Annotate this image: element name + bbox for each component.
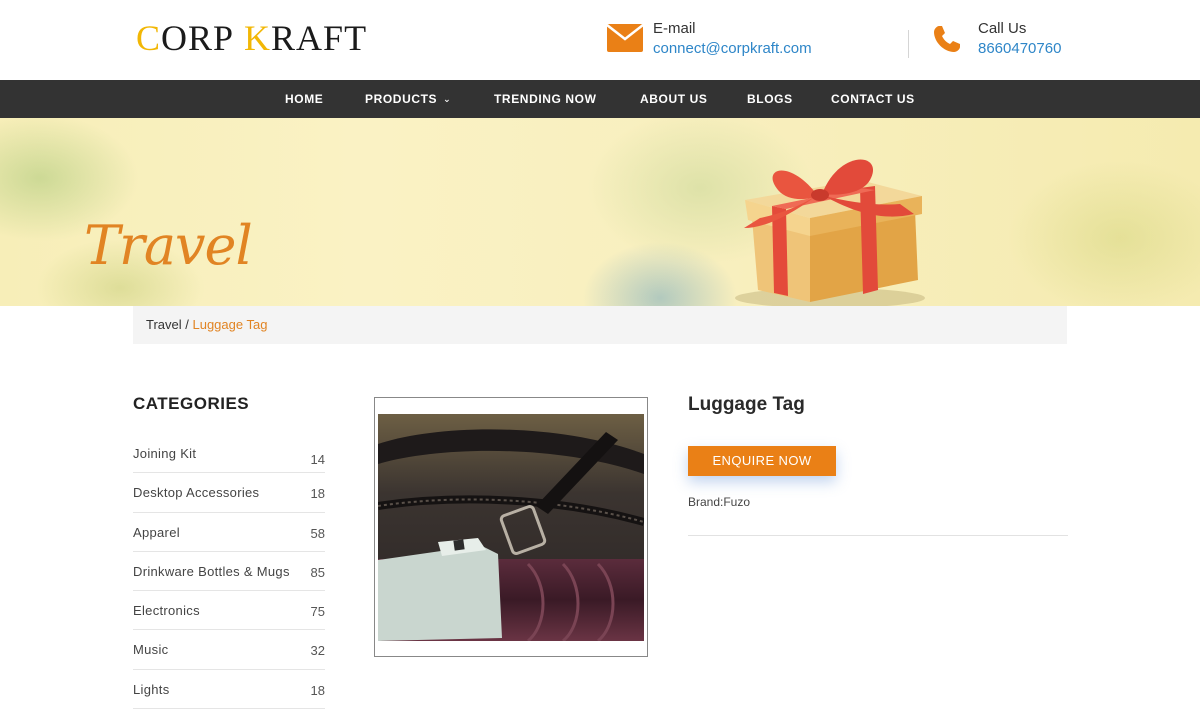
category-item-electronics[interactable]: Electronics 75 [133, 591, 325, 631]
nav-item-contact-us[interactable]: CONTACT US [831, 80, 915, 118]
gift-box-image [735, 159, 925, 306]
page-title: Travel [84, 214, 253, 277]
nav-item-products[interactable]: PRODUCTS ⌄ [365, 80, 451, 118]
product-image-frame [374, 397, 648, 657]
phone-icon [932, 24, 962, 59]
email-link[interactable]: connect@corpkraft.com [653, 40, 812, 58]
category-name: Music [133, 642, 169, 658]
phone-label: Call Us [978, 20, 1027, 37]
category-count: 18 [310, 682, 325, 698]
chevron-down-icon: ⌄ [443, 94, 452, 104]
email-contact: E-mail connect@corpkraft.com [606, 20, 847, 60]
phone-contact: Call Us 8660470760 [932, 20, 1082, 60]
email-label: E-mail [653, 20, 696, 37]
product-divider [688, 535, 1068, 536]
categories-heading: CATEGORIES [133, 394, 250, 413]
logo-part-raft: RAFT [271, 18, 368, 58]
header-divider [908, 30, 909, 58]
envelope-icon [606, 24, 644, 57]
category-list: Joining Kit 14 Desktop Accessories 18 Ap… [133, 434, 325, 710]
category-name: Apparel [133, 524, 180, 540]
category-count: 85 [310, 564, 325, 580]
nav-item-products-label: PRODUCTS [365, 92, 438, 106]
category-name: Joining Kit [133, 446, 197, 461]
nav-item-trending-now[interactable]: TRENDING NOW [494, 80, 597, 118]
logo[interactable]: CORP KRAFT [136, 18, 367, 58]
nav-item-about-us[interactable]: ABOUT US [640, 80, 707, 118]
category-name: Electronics [133, 603, 200, 619]
category-item-desktop-accessories[interactable]: Desktop Accessories 18 [133, 473, 325, 513]
enquire-now-button[interactable]: ENQUIRE NOW [688, 446, 836, 476]
category-name: Lights [133, 681, 170, 697]
category-count: 18 [310, 486, 325, 502]
category-item-music[interactable]: Music 32 [133, 630, 325, 670]
category-item-lights[interactable]: Lights 18 [133, 670, 325, 710]
category-count: 75 [310, 604, 325, 620]
category-item-drinkware[interactable]: Drinkware Bottles & Mugs 85 [133, 552, 325, 592]
category-name: Desktop Accessories [133, 485, 260, 501]
product-image[interactable] [378, 414, 644, 641]
logo-initial-c: C [136, 18, 162, 58]
main-nav: HOME PRODUCTS ⌄ TRENDING NOW ABOUT US BLO… [0, 80, 1200, 118]
nav-item-home[interactable]: HOME [285, 80, 323, 118]
category-count: 14 [310, 452, 325, 467]
logo-initial-k: K [244, 18, 272, 58]
breadcrumb-separator: / [181, 317, 193, 332]
breadcrumb-parent-link[interactable]: Travel [146, 317, 182, 332]
category-name: Drinkware Bottles & Mugs [133, 563, 290, 579]
breadcrumb: Travel / Luggage Tag [133, 306, 1067, 344]
phone-link[interactable]: 8660470760 [978, 40, 1061, 58]
category-item-joining-kit[interactable]: Joining Kit 14 [133, 434, 325, 474]
breadcrumb-current: Luggage Tag [192, 317, 268, 332]
category-count: 32 [310, 643, 325, 659]
product-title: Luggage Tag [688, 394, 805, 415]
page-banner: Travel [0, 118, 1200, 306]
site-header: CORP KRAFT E-mail connect@corpkraft.com … [0, 0, 1200, 80]
logo-part-orp: ORP [161, 18, 235, 58]
product-brand: Brand:Fuzo [688, 495, 751, 509]
category-item-apparel[interactable]: Apparel 58 [133, 513, 325, 552]
category-count: 58 [310, 525, 325, 541]
nav-item-blogs[interactable]: BLOGS [747, 80, 793, 118]
